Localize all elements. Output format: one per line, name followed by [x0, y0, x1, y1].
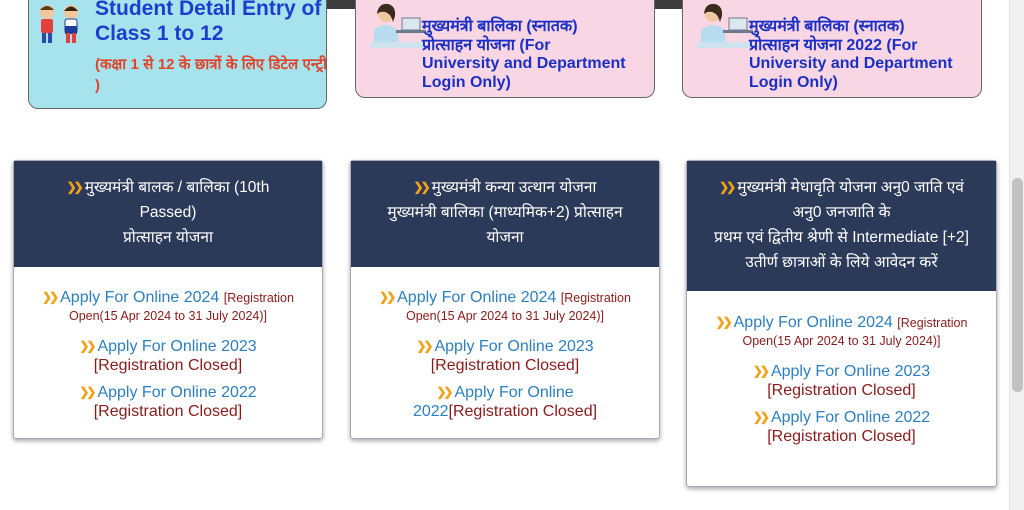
graduate-scheme-banner[interactable]: मुख्यमंत्री बालिका (स्नातक) प्रोत्साहन य… [355, 0, 655, 98]
graduate-2022-banner-line3: University and Department [749, 55, 953, 72]
graduate-2022-banner-text: मुख्यमंत्री बालिका (स्नातक) प्रोत्साहन य… [749, 18, 979, 92]
double-chevron-right-icon: ❯❯ [66, 180, 84, 194]
apply-online-2022-link[interactable]: Apply For Online 2022 [771, 409, 930, 426]
apply-online-2023-link[interactable]: Apply For Online 2023 [434, 338, 593, 355]
registration-closed-label: [Registration Closed] [430, 357, 580, 374]
scrollbar-thumb[interactable] [1012, 178, 1023, 392]
graduate-2022-banner-line1: मुख्यमंत्री बालिका (स्नातक) [749, 18, 905, 35]
list-item: ❯❯ Apply For Online 2023 [Registration Cl… [687, 362, 996, 400]
double-chevron-right-icon: ❯❯ [719, 180, 736, 194]
vertical-scrollbar[interactable] [1009, 0, 1024, 510]
registration-dates: Open(15 Apr 2024 to 31 July 2024)] [68, 309, 268, 323]
registration-note: [Registration [560, 291, 631, 305]
card-header: ❯❯ मुख्यमंत्री मेधावृति योजना अनु0 जाति ए… [687, 161, 996, 291]
graduate-scheme-2022-banner[interactable]: मुख्यमंत्री बालिका (स्नातक) प्रोत्साहन य… [682, 0, 982, 98]
card-header: ❯❯ मुख्यमंत्री बालक / बालिका (10th Passed… [14, 161, 322, 267]
list-item: ❯❯ Apply For Online 2023 [Registration Cl… [14, 337, 322, 375]
card-header-line: मुख्यमंत्री मेधावृति योजना अनु0 जाति एवं [737, 179, 964, 196]
graduate-banner-text: मुख्यमंत्री बालिका (स्नातक) प्रोत्साहन य… [422, 18, 652, 92]
card-header-line: अनु0 जनजाति के [792, 204, 891, 221]
card-header-line: प्रथम एवं द्वितीय श्रेणी से Intermediate… [714, 229, 969, 246]
card-header-line: मुख्यमंत्री बालिका (माध्यमिक+2) प्रोत्सा… [387, 204, 623, 221]
card-header-line: प्रोत्साहन योजना [122, 229, 214, 246]
double-chevron-right-icon: ❯❯ [42, 290, 59, 304]
graduate-banner-line1: मुख्यमंत्री बालिका (स्नातक) [422, 18, 578, 35]
list-item: ❯❯ Apply For Online 2024 [Registration Op… [687, 314, 996, 350]
double-chevron-right-icon: ❯❯ [715, 315, 733, 329]
registration-closed-label: [Registration Closed] [767, 428, 916, 445]
double-chevron-right-icon: ❯❯ [752, 410, 770, 424]
school-kids-icon [40, 5, 78, 43]
graduate-banner-line4: Login Only) [422, 73, 511, 91]
girl-studying-icon [370, 3, 426, 48]
apply-online-2023-link[interactable]: Apply For Online 2023 [97, 338, 256, 355]
graduate-banner-line2: प्रोत्साहन योजना (For [422, 36, 551, 54]
list-item: ❯❯ Apply For Online 2022[Registration Clo… [351, 383, 659, 421]
registration-closed-label: [Registration Closed] [93, 403, 243, 420]
list-item: ❯❯ Apply For Online 2022 [Registration Cl… [14, 383, 322, 421]
apply-online-2022-link[interactable]: Apply For Online 2022 [97, 384, 256, 401]
scheme-card-kanya-utthan: ❯❯ मुख्यमंत्री कन्या उत्थान योजना मुख्यमं… [350, 160, 660, 439]
card-header-line: मुख्यमंत्री कन्या उत्थान योजना [431, 179, 597, 196]
card-header-line: योजना [486, 229, 524, 246]
card-body: ❯❯ Apply For Online 2024 [Registration Op… [351, 267, 659, 421]
page-viewport: Student Detail Entry of Class 1 to 12 (क… [0, 0, 1024, 510]
double-chevron-right-icon: ❯❯ [79, 339, 96, 353]
double-chevron-right-icon: ❯❯ [379, 290, 396, 304]
card-body: ❯❯ Apply For Online 2024 [Registration Op… [687, 291, 996, 446]
card-header-line: Passed) [139, 204, 197, 221]
double-chevron-right-icon: ❯❯ [413, 180, 431, 194]
list-item: ❯❯ Apply For Online 2024 [Registration Op… [351, 289, 659, 325]
registration-note: [Registration [223, 291, 294, 305]
list-item: ❯❯ Apply For Online 2023 [Registration Cl… [351, 337, 659, 375]
list-item: ❯❯ Apply For Online 2022 [Registration Cl… [687, 408, 996, 446]
scheme-card-medhavriti: ❯❯ मुख्यमंत्री मेधावृति योजना अनु0 जाति ए… [686, 160, 997, 487]
card-header-line: मुख्यमंत्री बालक / बालिका (10th [84, 179, 270, 196]
apply-online-2023-link[interactable]: Apply For Online 2023 [771, 363, 930, 380]
registration-closed-label: [Registration Closed] [448, 403, 598, 420]
registration-closed-label: [Registration Closed] [93, 357, 243, 374]
apply-online-2024-link[interactable]: Apply For Online 2024 [397, 289, 556, 306]
student-banner-subtitle: (कक्षा 1 से 12 के छात्रों के लिए डिटेल ए… [95, 56, 327, 94]
double-chevron-right-icon: ❯❯ [79, 385, 96, 399]
scheme-card-10th-passed: ❯❯ मुख्यमंत्री बालक / बालिका (10th Passed… [13, 160, 323, 439]
graduate-2022-banner-line2: प्रोत्साहन योजना 2022 (For [749, 36, 918, 54]
card-header: ❯❯ मुख्यमंत्री कन्या उत्थान योजना मुख्यमं… [351, 161, 659, 267]
registration-note: [Registration [897, 316, 968, 330]
apply-online-2022-link[interactable]: Apply For Online [454, 384, 573, 401]
apply-online-2024-link[interactable]: Apply For Online 2024 [734, 314, 893, 331]
graduate-banner-line3: University and Department [422, 55, 626, 72]
graduate-2022-banner-line4: Login Only) [749, 73, 838, 91]
girl-studying-icon [697, 3, 753, 48]
registration-dates: Open(15 Apr 2024 to 31 July 2024)] [742, 334, 941, 348]
double-chevron-right-icon: ❯❯ [416, 339, 433, 353]
apply-online-2024-link[interactable]: Apply For Online 2024 [60, 289, 219, 306]
card-body: ❯❯ Apply For Online 2024 [Registration Op… [14, 267, 322, 421]
registration-closed-label: [Registration Closed] [767, 382, 916, 399]
student-detail-entry-banner[interactable]: Student Detail Entry of Class 1 to 12 (क… [28, 0, 327, 109]
card-header-line: उतीर्ण छात्राओं के लिये आवेदन करें [745, 254, 938, 271]
double-chevron-right-icon: ❯❯ [436, 385, 453, 399]
apply-online-2022-link-year[interactable]: 2022 [413, 403, 449, 420]
list-item: ❯❯ Apply For Online 2024 [Registration Op… [14, 289, 322, 325]
student-banner-title: Student Detail Entry of Class 1 to 12 [95, 0, 322, 45]
double-chevron-right-icon: ❯❯ [752, 364, 770, 378]
registration-dates: Open(15 Apr 2024 to 31 July 2024)] [405, 309, 605, 323]
